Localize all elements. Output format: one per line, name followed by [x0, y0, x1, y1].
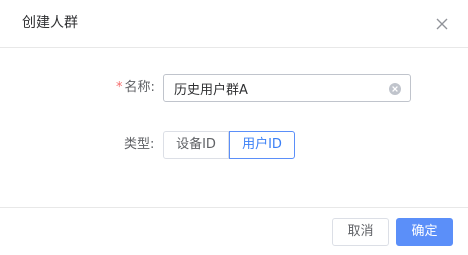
dialog-title: 创建人群	[22, 15, 78, 31]
cancel-button[interactable]: 取消	[332, 218, 389, 246]
required-mark: *	[116, 80, 123, 95]
name-label: 名称:	[124, 80, 155, 95]
name-field	[163, 74, 411, 102]
name-label-row: * 名称:	[116, 79, 155, 97]
type-option-device-id[interactable]: 设备ID	[163, 131, 229, 159]
type-option-user-id[interactable]: 用户ID	[229, 131, 295, 159]
dialog-header: 创建人群	[0, 0, 468, 48]
type-label: 类型:	[124, 137, 155, 152]
create-crowd-dialog: 创建人群 *名称: 类型: 设备ID 用户ID 取消 确定	[0, 0, 468, 255]
clear-icon[interactable]	[388, 81, 402, 95]
name-input[interactable]	[164, 75, 384, 101]
confirm-button[interactable]: 确定	[396, 218, 453, 246]
dialog-footer: 取消 确定	[0, 207, 468, 255]
type-radio-group: 设备ID 用户ID	[163, 131, 295, 159]
close-icon[interactable]	[434, 16, 450, 32]
